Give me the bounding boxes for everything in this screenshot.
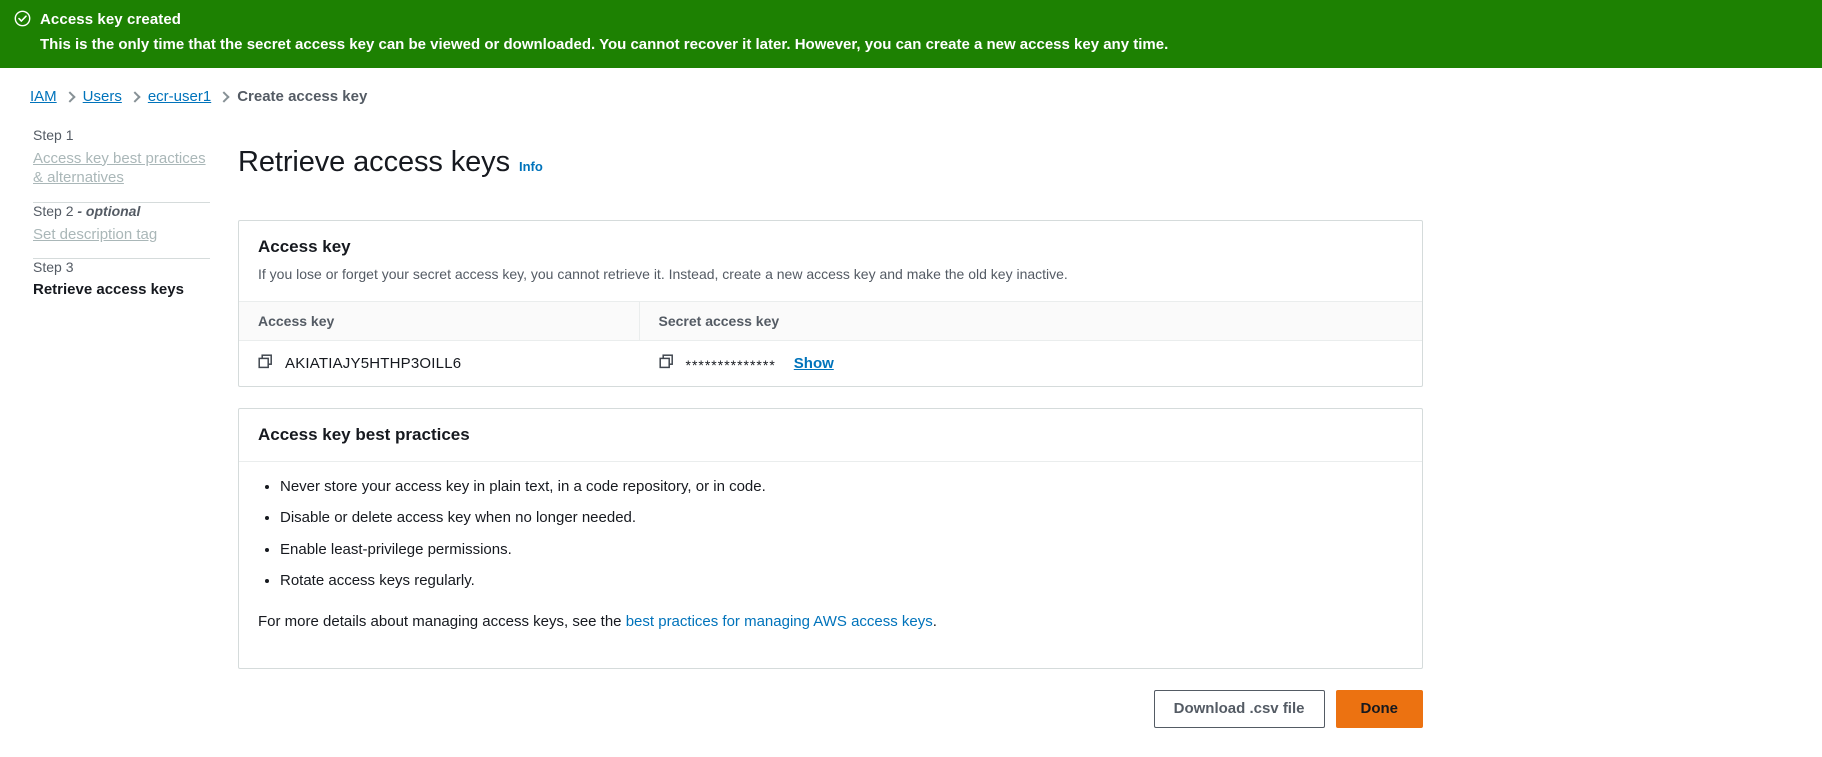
- list-item: Disable or delete access key when no lon…: [280, 507, 1403, 530]
- footer-actions: Download .csv file Done: [238, 690, 1423, 729]
- best-practices-doc-link[interactable]: best practices for managing AWS access k…: [626, 613, 933, 630]
- page-body: Step 1 Access key best practices & alter…: [0, 105, 1822, 729]
- breadcrumb-item-iam[interactable]: IAM: [30, 88, 57, 105]
- copy-icon[interactable]: [258, 354, 273, 373]
- best-practices-card-title: Access key best practices: [258, 424, 470, 444]
- best-practices-note: For more details about managing access k…: [258, 611, 1403, 634]
- show-secret-key-link[interactable]: Show: [794, 355, 834, 372]
- list-item: Never store your access key in plain tex…: [280, 476, 1403, 499]
- wizard-step-1-name[interactable]: Access key best practices & alternatives: [33, 149, 210, 188]
- breadcrumb-item-ecr-user1[interactable]: ecr-user1: [148, 88, 211, 105]
- breadcrumb-item-users[interactable]: Users: [83, 88, 122, 105]
- wizard-step-3-label: Step 3: [33, 259, 74, 275]
- wizard-step-3-name: Retrieve access keys: [33, 281, 184, 298]
- secret-access-key-masked-value: **************: [685, 357, 776, 374]
- access-key-card: Access key If you lose or forget your se…: [238, 220, 1423, 387]
- access-key-table: Access key Secret access key AKIATIAJY5H…: [239, 300, 1422, 386]
- access-key-card-description: If you lose or forget your secret access…: [258, 266, 1068, 283]
- wizard-step-3: Step 3 Retrieve access keys: [33, 259, 210, 312]
- best-practices-card: Access key best practices Never store yo…: [238, 407, 1423, 670]
- breadcrumb: IAM Users ecr-user1 Create access key: [0, 68, 1822, 105]
- table-row: AKIATIAJY5HTHP3OILL6 ************** Show: [239, 340, 1422, 386]
- secret-access-key-cell: ************** Show: [638, 340, 1422, 386]
- access-key-card-title: Access key: [258, 237, 351, 257]
- page-title-row: Retrieve access keys Info: [238, 127, 1403, 199]
- access-key-value: AKIATIAJY5HTHP3OILL6: [285, 354, 462, 372]
- chevron-right-icon: [218, 88, 230, 104]
- success-banner: Access key created This is the only time…: [0, 0, 1822, 68]
- wizard-step-2-label: Step 2 - optional: [33, 202, 141, 219]
- main-content: Retrieve access keys Info Access key If …: [238, 127, 1423, 729]
- banner-message: This is the only time that the secret ac…: [40, 35, 1169, 53]
- best-practices-list: Never store your access key in plain tex…: [262, 476, 1403, 593]
- best-practices-card-body: Never store your access key in plain tex…: [239, 462, 1422, 669]
- wizard-step-1-label: Step 1: [33, 126, 74, 143]
- note-prefix-text: For more details about managing access k…: [258, 612, 626, 630]
- wizard-step-2-name[interactable]: Set description tag: [33, 225, 210, 245]
- download-csv-button[interactable]: Download .csv file: [1153, 690, 1325, 729]
- page-title: Retrieve access keys: [238, 145, 510, 178]
- list-item: Enable least-privilege permissions.: [280, 539, 1403, 562]
- info-link[interactable]: Info: [519, 159, 543, 174]
- wizard-step-1: Step 1 Access key best practices & alter…: [33, 127, 210, 202]
- access-key-card-header: Access key If you lose or forget your se…: [239, 221, 1422, 300]
- copy-icon[interactable]: [658, 354, 674, 373]
- wizard-steps-sidebar: Step 1 Access key best practices & alter…: [0, 127, 238, 729]
- banner-title: Access key created: [40, 11, 182, 28]
- table-header-row: Access key Secret access key: [239, 300, 1422, 341]
- chevron-right-icon: [64, 88, 76, 104]
- breadcrumb-item-current: Create access key: [237, 87, 368, 105]
- column-header-secret-access-key: Secret access key: [638, 300, 1422, 341]
- done-button[interactable]: Done: [1335, 690, 1423, 729]
- check-circle-icon: [14, 10, 31, 32]
- best-practices-card-header: Access key best practices: [239, 409, 1422, 462]
- access-key-cell: AKIATIAJY5HTHP3OILL6: [239, 340, 639, 386]
- chevron-right-icon: [129, 88, 141, 104]
- wizard-step-2-optional: - optional: [73, 202, 141, 219]
- wizard-step-2: Step 2 - optional Set description tag: [33, 203, 210, 259]
- column-header-access-key: Access key: [239, 300, 639, 341]
- list-item: Rotate access keys regularly.: [280, 570, 1403, 593]
- note-suffix-text: .: [932, 612, 937, 630]
